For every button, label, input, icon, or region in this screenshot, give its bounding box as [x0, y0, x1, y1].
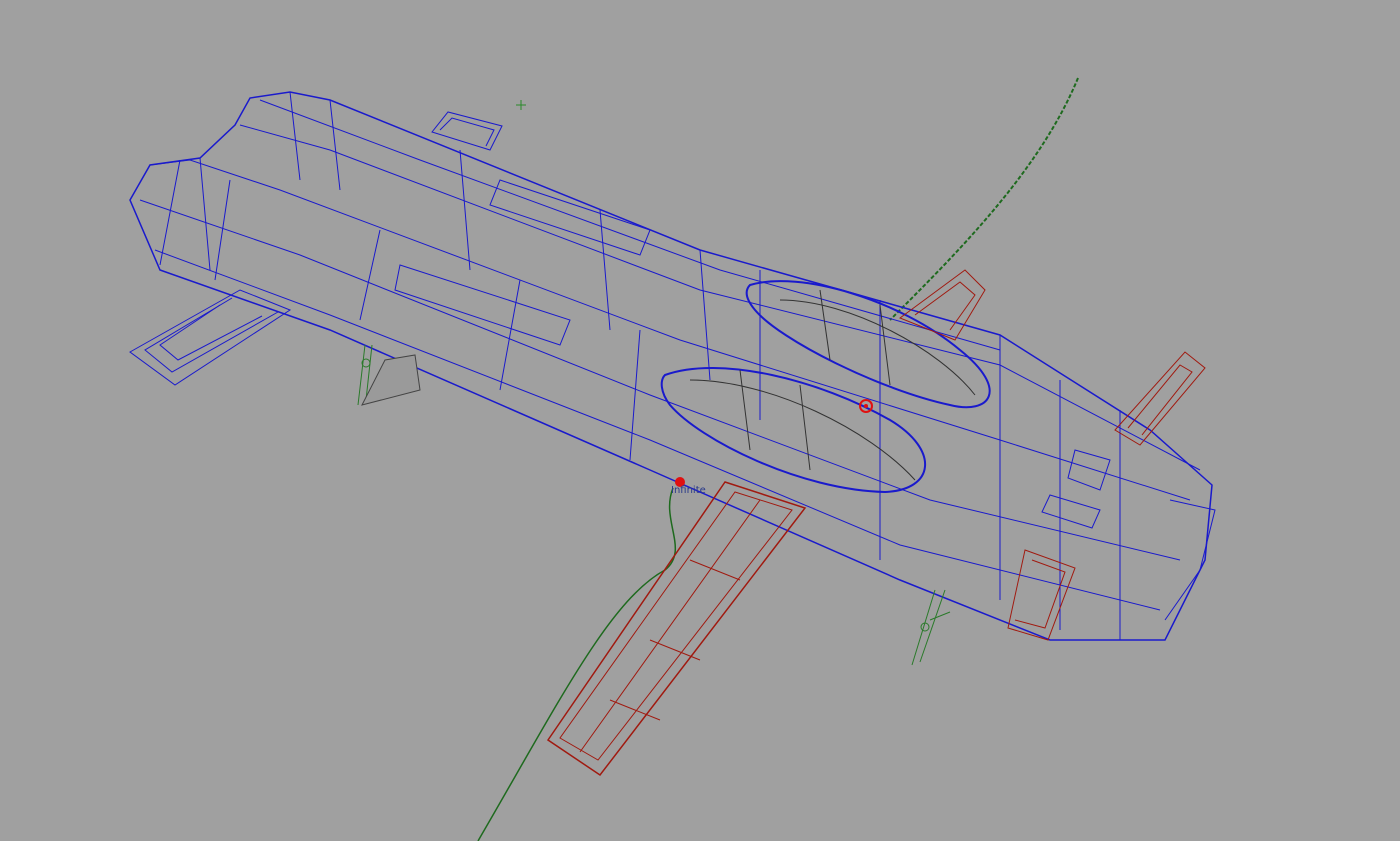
landing-strut-right[interactable] — [911, 589, 951, 666]
locator-icon[interactable] — [516, 100, 526, 110]
motion-path-curve-lower[interactable] — [477, 487, 676, 841]
wireframe-scene — [129, 77, 1216, 841]
fin-right[interactable] — [1114, 351, 1206, 446]
cockpit-lower[interactable] — [660, 366, 927, 494]
fin-top-right[interactable] — [898, 269, 986, 341]
cockpit-upper[interactable] — [745, 280, 991, 409]
3d-viewport[interactable]: Infinite — [0, 0, 1400, 841]
landing-plate — [361, 354, 421, 406]
rear-fin-left[interactable] — [129, 289, 292, 386]
motion-path-curve[interactable] — [889, 77, 1079, 321]
wing-lower[interactable] — [546, 481, 807, 777]
object-label: Infinite — [671, 485, 706, 496]
rear-fin-top[interactable] — [431, 111, 503, 151]
